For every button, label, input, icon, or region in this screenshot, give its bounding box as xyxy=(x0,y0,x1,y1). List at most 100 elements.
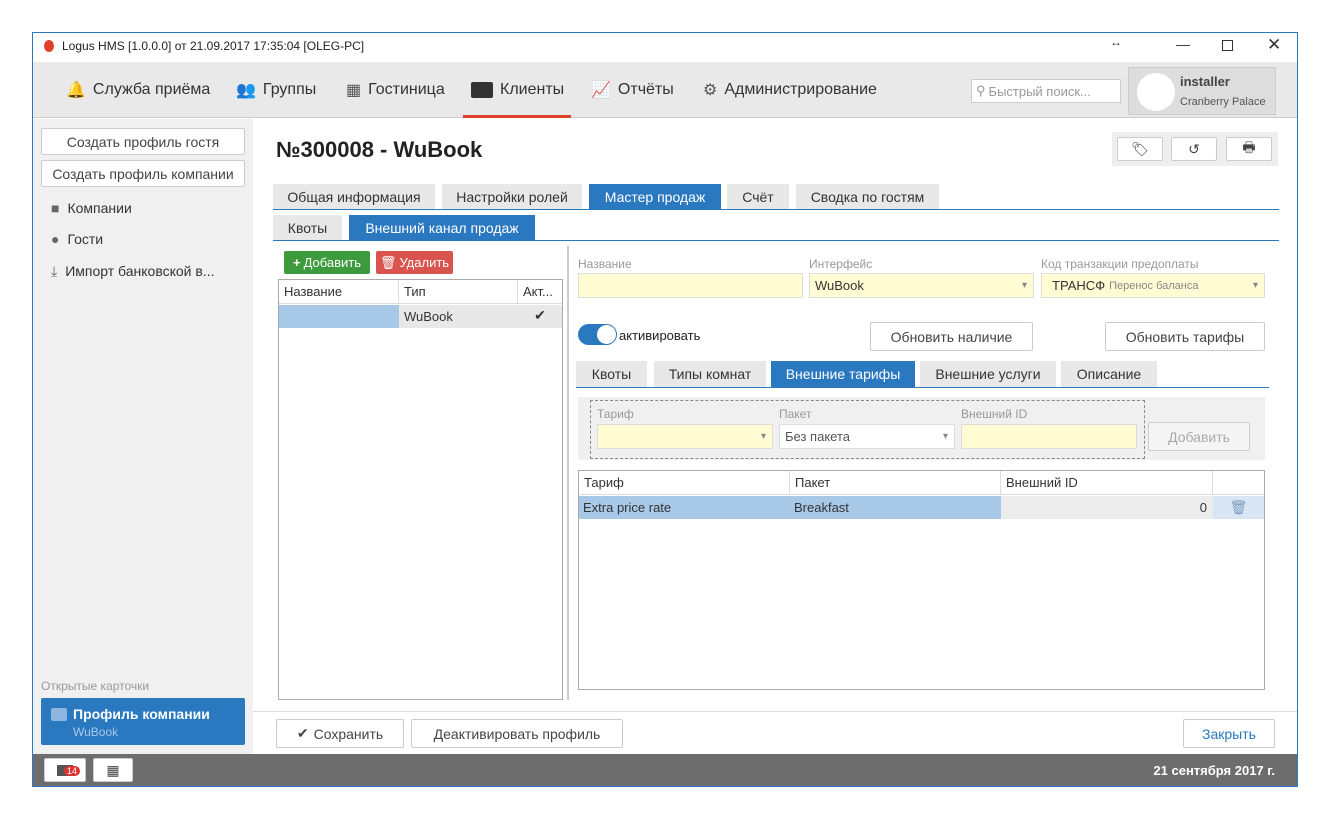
subtab-quotas[interactable]: Квоты xyxy=(273,215,342,241)
rate-label: Тариф xyxy=(597,407,634,421)
user-icon: ● xyxy=(51,231,60,247)
resize-icon[interactable]: ↔ xyxy=(1110,35,1122,49)
activate-toggle[interactable] xyxy=(578,324,617,345)
bell-icon: 🔔 xyxy=(66,82,86,99)
quick-search-input[interactable]: ⚲ Быстрый поиск... xyxy=(971,79,1121,103)
mail-button[interactable]: 14 xyxy=(44,758,86,782)
create-guest-profile-button[interactable]: Создать профиль гостя xyxy=(41,128,245,155)
app-logo-icon xyxy=(44,40,54,52)
nav-groups[interactable]: 👥 Группы xyxy=(236,62,316,118)
calculator-button[interactable]: ▦ xyxy=(93,758,133,782)
update-rates-button[interactable]: Обновить тарифы xyxy=(1105,322,1265,351)
table-row[interactable]: WuBook ✔ xyxy=(279,305,562,328)
open-card-company-profile[interactable]: Профиль компании WuBook xyxy=(41,698,245,745)
user-name: installer xyxy=(1180,74,1230,89)
splitter[interactable] xyxy=(567,246,569,700)
update-availability-button[interactable]: Обновить наличие xyxy=(870,322,1033,351)
tab-sales-master[interactable]: Мастер продаж xyxy=(589,184,721,210)
page-title: №300008 - WuBook xyxy=(276,137,483,162)
external-id-label: Внешний ID xyxy=(961,407,1028,421)
cell-name xyxy=(279,305,399,328)
gears-icon: ⚙ xyxy=(703,82,718,99)
chart-line-icon: 📈 xyxy=(591,82,611,99)
name-input[interactable] xyxy=(578,273,803,298)
minimize-button[interactable]: — xyxy=(1176,36,1190,52)
nav-active-indicator xyxy=(463,115,571,118)
tab-account[interactable]: Счёт xyxy=(727,184,789,210)
nav-admin[interactable]: ⚙ Администрирование xyxy=(703,62,877,118)
open-cards-label: Открытые карточки xyxy=(41,679,150,693)
check-icon: ✔ xyxy=(296,725,309,741)
sidebar-item-guests[interactable]: ● Гости xyxy=(51,231,103,247)
sidebar-item-companies[interactable]: ■ Компании xyxy=(51,200,132,216)
nav-hotel[interactable]: ▦ Гостиница xyxy=(346,62,445,118)
history-button[interactable]: ↺ xyxy=(1171,137,1217,161)
subtabs-divider xyxy=(273,240,1279,241)
plus-icon: + xyxy=(292,255,301,270)
column-header-active[interactable]: Акт... xyxy=(518,280,562,304)
window-title: Logus HMS [1.0.0.0] от 21.09.2017 17:35:… xyxy=(62,39,365,53)
sidebar-item-bank-import[interactable]: ⤓ Импорт банковской в... xyxy=(51,263,215,280)
delete-row-icon[interactable]: 🗑 xyxy=(1213,496,1264,519)
inner-tab-external-rates[interactable]: Внешние тарифы xyxy=(771,361,915,387)
briefcase-icon xyxy=(471,82,493,98)
prepayment-code-select[interactable]: ТРАНСФ Перенос баланса xyxy=(1041,273,1265,298)
users-icon: 👥 xyxy=(236,82,256,99)
column-header-actions xyxy=(1213,471,1264,495)
active-checkbox[interactable]: ✔ xyxy=(518,305,562,328)
add-channel-button[interactable]: + Добавить xyxy=(284,251,370,274)
user-hotel: Cranberry Palace xyxy=(1180,96,1266,108)
card-subtitle: WuBook xyxy=(73,725,119,739)
column-header-external-id[interactable]: Внешний ID xyxy=(1001,471,1213,495)
cell-type: WuBook xyxy=(399,305,518,328)
print-icon: 🖶 xyxy=(1242,139,1256,155)
nav-clients[interactable]: Клиенты xyxy=(471,62,564,118)
avatar xyxy=(1137,73,1175,111)
status-date: 21 сентября 2017 г. xyxy=(1153,763,1275,778)
package-select[interactable]: Без пакета xyxy=(779,424,955,449)
column-header-type[interactable]: Тип xyxy=(399,280,518,304)
footer-divider xyxy=(253,711,1297,712)
save-button[interactable]: ✔ Сохранить xyxy=(276,719,404,748)
column-header-name[interactable]: Название xyxy=(279,280,399,304)
deactivate-profile-button[interactable]: Деактивировать профиль xyxy=(411,719,623,748)
cell-external-id: 0 xyxy=(1001,496,1213,519)
tag-icon: 🏷 xyxy=(1131,140,1149,157)
inner-tab-description[interactable]: Описание xyxy=(1061,361,1157,387)
column-header-package[interactable]: Пакет xyxy=(790,471,1001,495)
inner-tab-room-types[interactable]: Типы комнат xyxy=(654,361,766,387)
delete-channel-button[interactable]: 🗑 Удалить xyxy=(376,251,453,274)
tab-guest-summary[interactable]: Сводка по гостям xyxy=(796,184,939,210)
column-header-rate[interactable]: Тариф xyxy=(579,471,790,495)
subtab-external-channel[interactable]: Внешний канал продаж xyxy=(349,215,535,241)
user-box[interactable]: installer Cranberry Palace xyxy=(1128,67,1276,115)
nav-front-desk[interactable]: 🔔 Служба приёма xyxy=(66,62,210,118)
close-window-button[interactable]: ✕ xyxy=(1267,35,1281,55)
history-icon: ↺ xyxy=(1188,140,1200,157)
tab-general[interactable]: Общая информация xyxy=(273,184,435,210)
building-icon: ▦ xyxy=(346,82,362,99)
calculator-icon: ▦ xyxy=(106,761,120,778)
interface-label: Интерфейс xyxy=(809,257,873,271)
table-row[interactable]: Extra price rate Breakfast 0 🗑 xyxy=(579,496,1264,519)
tab-roles[interactable]: Настройки ролей xyxy=(442,184,582,210)
cell-package: Breakfast xyxy=(794,500,849,515)
tags-button[interactable]: 🏷 xyxy=(1117,137,1163,161)
create-company-profile-button[interactable]: Создать профиль компании xyxy=(41,160,245,187)
rate-select[interactable] xyxy=(597,424,773,449)
cell-rate: Extra price rate xyxy=(583,500,672,515)
download-icon: ⤓ xyxy=(51,263,58,279)
inner-tab-external-services[interactable]: Внешние услуги xyxy=(920,361,1056,387)
add-rate-button[interactable]: Добавить xyxy=(1148,422,1250,451)
inner-tab-quotas[interactable]: Квоты xyxy=(576,361,647,387)
nav-reports[interactable]: 📈 Отчёты xyxy=(591,62,674,118)
print-button[interactable]: 🖶 xyxy=(1226,137,1272,161)
rates-grid: Тариф Пакет Внешний ID Extra price rate … xyxy=(578,470,1265,690)
external-id-input[interactable] xyxy=(961,424,1137,449)
code-label: Код транзакции предоплаты xyxy=(1041,257,1199,271)
inner-tabs-divider xyxy=(576,387,1269,388)
search-icon: ⚲ xyxy=(976,83,986,98)
maximize-button[interactable] xyxy=(1222,40,1233,51)
close-button[interactable]: Закрыть xyxy=(1183,719,1275,748)
interface-select[interactable]: WuBook xyxy=(809,273,1034,298)
